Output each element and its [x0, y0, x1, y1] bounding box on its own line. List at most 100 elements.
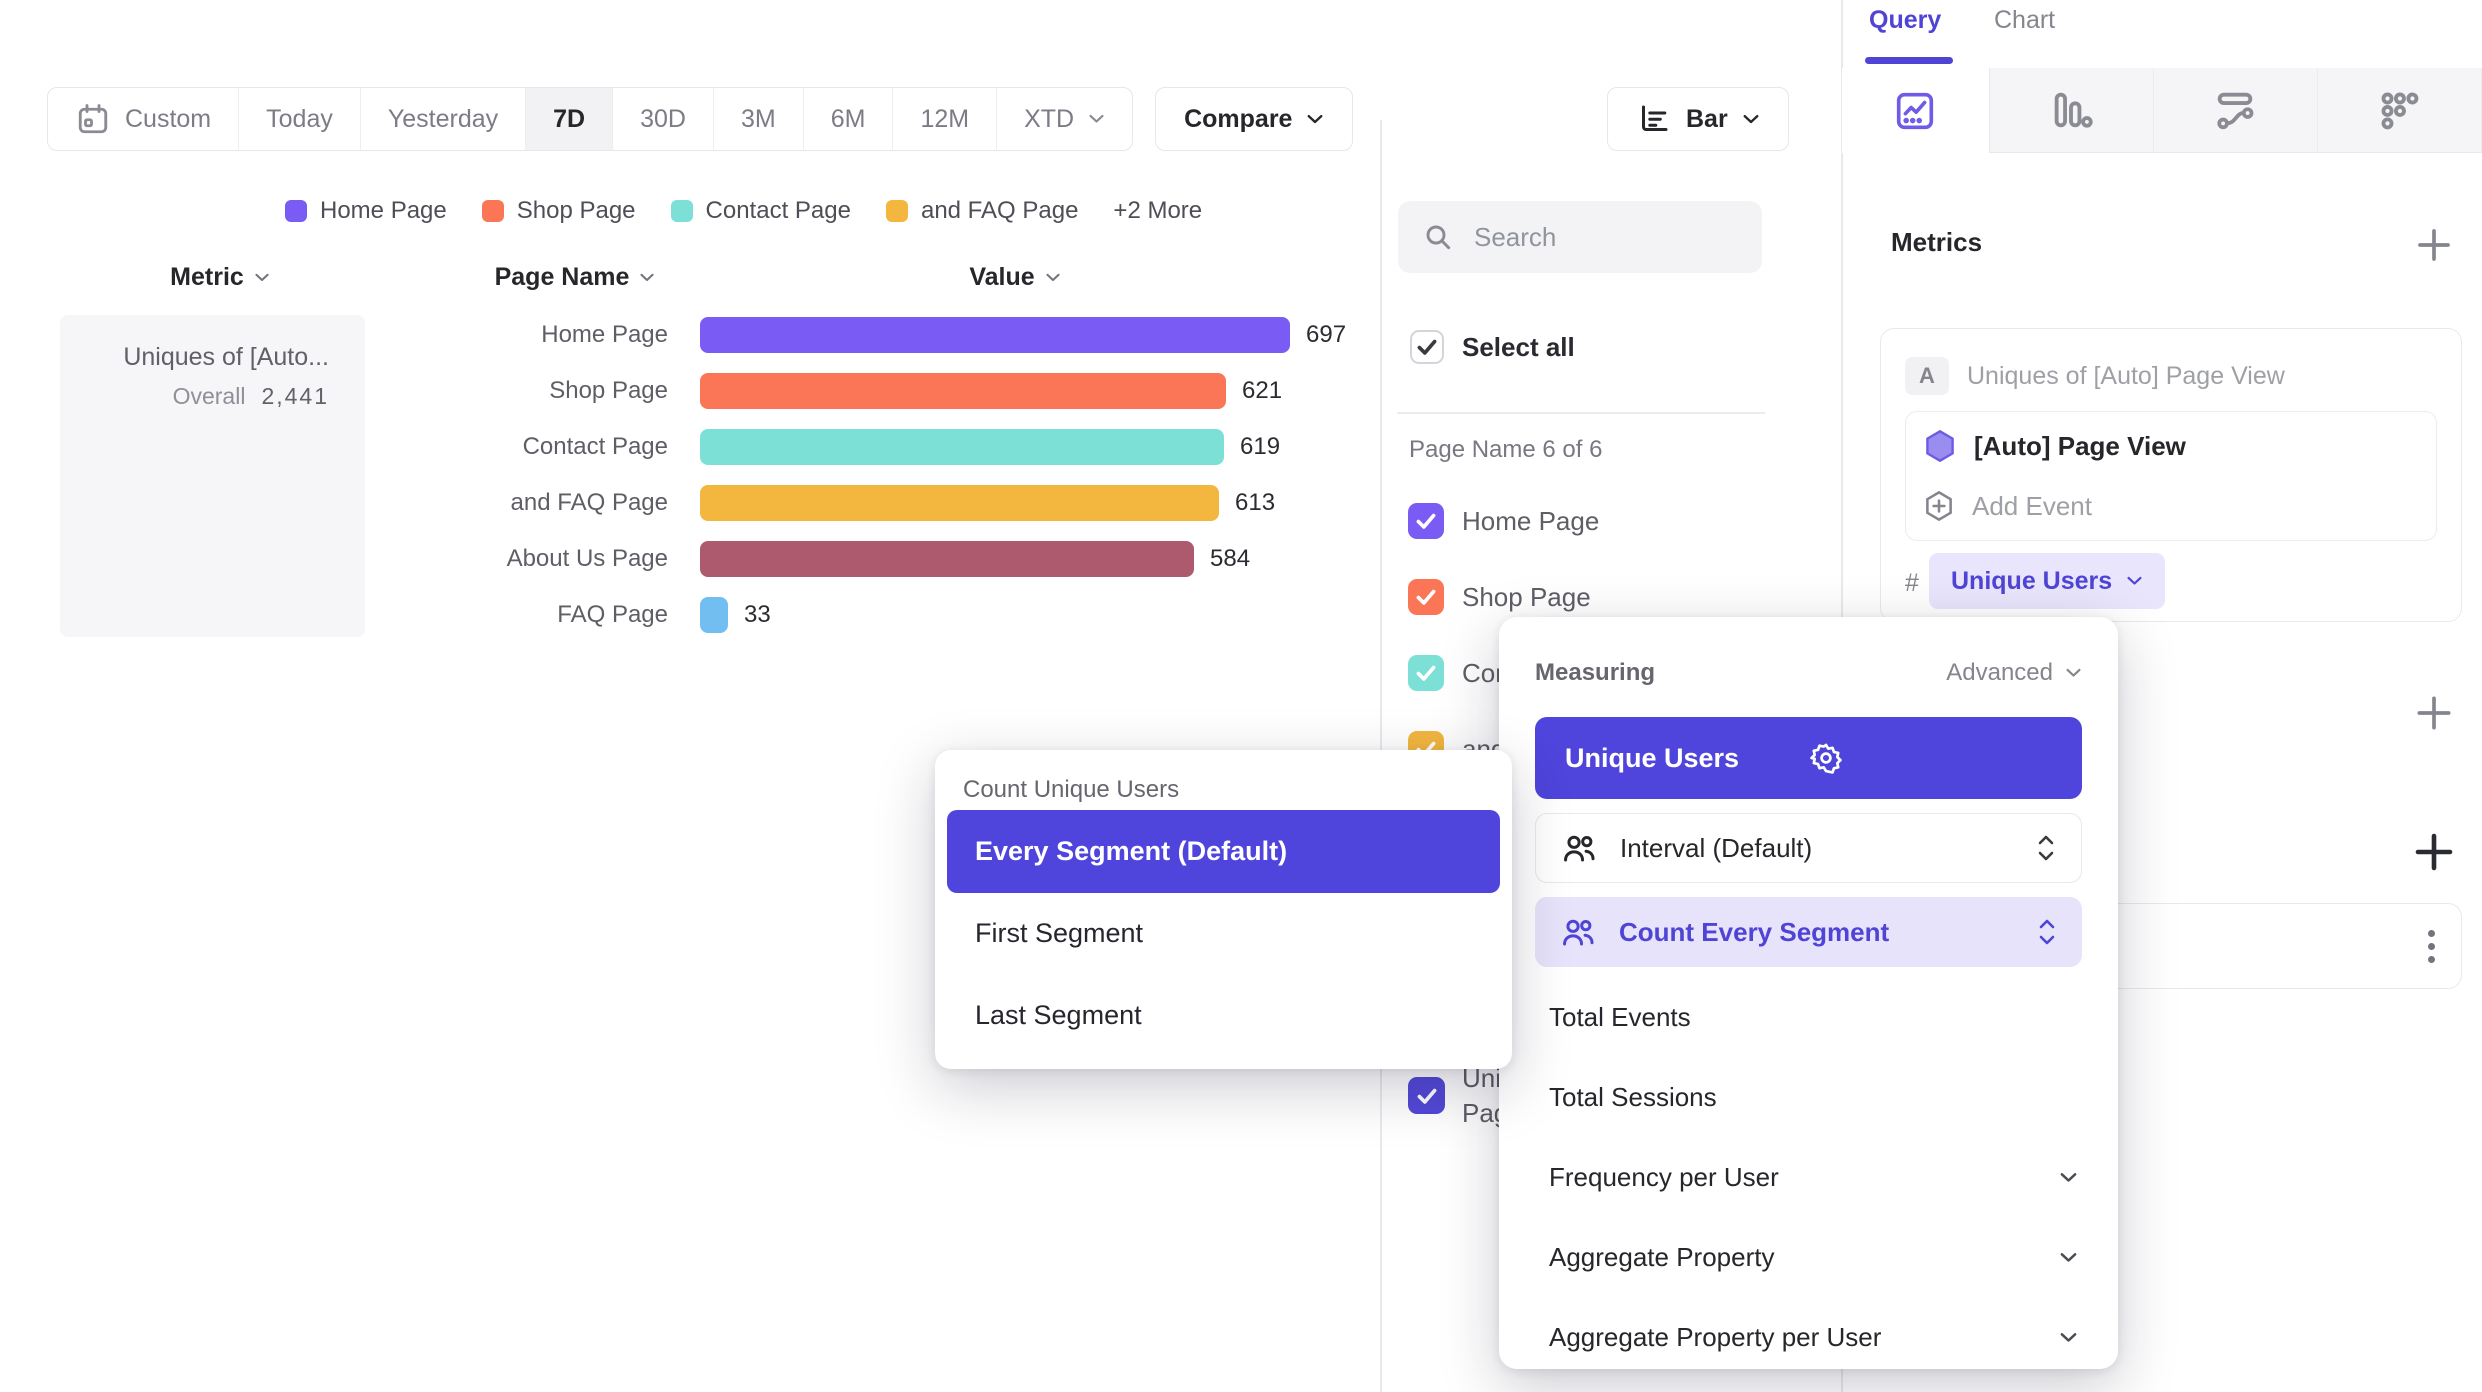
chart-type-tab-flow-chart[interactable]	[2153, 68, 2316, 153]
gear-icon[interactable]	[1809, 741, 2053, 775]
bar-category-label: FAQ Page	[0, 587, 668, 643]
bar-category-label: Home Page	[0, 307, 668, 363]
calendar-icon	[75, 101, 111, 137]
column-header-value[interactable]: Value	[945, 261, 1085, 293]
measuring-expandable-label: Aggregate Property per User	[1549, 1322, 2059, 1353]
filter-item-label[interactable]: Home Page	[1462, 503, 1599, 539]
add-breakdown-button[interactable]	[2410, 828, 2458, 876]
segment-option-every-segment[interactable]: Every Segment (Default)	[947, 810, 1500, 893]
legend-swatch-icon	[285, 200, 307, 222]
add-event-button[interactable]: Add Event	[1922, 476, 2424, 536]
date-range-30d[interactable]: 30D	[612, 88, 713, 150]
chart-type-tab-column-chart[interactable]	[1990, 68, 2153, 153]
select-all-checkbox[interactable]	[1410, 330, 1444, 364]
column-header-page-name[interactable]: Page Name	[470, 261, 680, 293]
legend-label: Home Page	[320, 197, 447, 225]
date-range-12m[interactable]: 12M	[892, 88, 996, 150]
measuring-option-total-events[interactable]: Total Events	[1549, 989, 2078, 1045]
chevron-down-icon	[2059, 1251, 2078, 1263]
segment-option-first-segment[interactable]: First Segment	[975, 905, 1143, 961]
measuring-option-unique-users[interactable]: Unique Users	[1535, 717, 2082, 799]
chevron-down-icon	[1045, 272, 1061, 282]
bar[interactable]	[700, 317, 1290, 353]
date-range-6m[interactable]: 6M	[803, 88, 893, 150]
date-range-label: 3M	[741, 105, 776, 134]
chart-type-dropdown[interactable]: Bar	[1607, 87, 1789, 151]
measuring-row-interval-default-[interactable]: Interval (Default)	[1535, 813, 2082, 883]
legend-label: Contact Page	[706, 197, 851, 225]
date-range-3m[interactable]: 3M	[713, 88, 803, 150]
legend-item[interactable]: Contact Page	[671, 197, 851, 225]
filter-checkbox[interactable]	[1408, 579, 1444, 615]
column-header-label: Value	[969, 263, 1034, 292]
chevron-down-icon	[2059, 1331, 2078, 1343]
measuring-expandable-aggregate-property[interactable]: Aggregate Property	[1549, 1229, 2078, 1285]
event-name: [Auto] Page View	[1974, 431, 2186, 462]
bar[interactable]	[700, 373, 1226, 409]
chart-type-tab-breakdown-dots[interactable]	[2317, 68, 2481, 153]
measuring-expandable-aggregate-property-per-user[interactable]: Aggregate Property per User	[1549, 1309, 2078, 1365]
bar[interactable]	[700, 597, 728, 633]
date-range-yesterday[interactable]: Yesterday	[360, 88, 525, 150]
bar-row: FAQ Page33	[0, 587, 1380, 643]
bar[interactable]	[700, 485, 1219, 521]
date-range-custom[interactable]: Custom	[48, 88, 238, 150]
filter-checkbox[interactable]	[1408, 655, 1444, 691]
measuring-popup: Measuring Advanced Unique Users Interval…	[1499, 617, 2118, 1369]
legend-item[interactable]: and FAQ Page	[886, 197, 1078, 225]
legend-item[interactable]: Shop Page	[482, 197, 636, 225]
date-range-7d[interactable]: 7D	[525, 88, 612, 150]
compare-label: Compare	[1184, 105, 1292, 134]
advanced-label: Advanced	[1946, 659, 2053, 687]
column-header-metric[interactable]: Metric	[140, 261, 300, 293]
segment-option-last-segment[interactable]: Last Segment	[975, 987, 1142, 1043]
tab-query[interactable]: Query	[1869, 6, 1941, 35]
event-row[interactable]: [Auto] Page View	[1922, 416, 2424, 476]
chart-type-tab-line-chart[interactable]	[1842, 68, 1990, 153]
date-range-label: Today	[266, 105, 333, 134]
advanced-dropdown[interactable]: Advanced	[1946, 659, 2082, 687]
chevron-down-icon	[639, 272, 655, 282]
measuring-expandable-label: Aggregate Property	[1549, 1242, 2059, 1273]
measuring-row-label: Count Every Segment	[1619, 917, 2014, 948]
search-icon	[1422, 221, 1454, 253]
measuring-row-count-every-segment[interactable]: Count Every Segment	[1535, 897, 2082, 967]
filter-item-label[interactable]: Shop Page	[1462, 579, 1591, 615]
date-range-label: XTD	[1024, 105, 1074, 134]
compare-button[interactable]: Compare	[1155, 87, 1353, 151]
date-range-today[interactable]: Today	[238, 88, 360, 150]
select-all-label: Select all	[1462, 329, 1575, 365]
measuring-option-total-sessions[interactable]: Total Sessions	[1549, 1069, 2078, 1125]
add-metric-button[interactable]	[2413, 224, 2455, 266]
measuring-expandable-label: Frequency per User	[1549, 1162, 2059, 1193]
metric-card[interactable]: A Uniques of [Auto] Page View [Auto] Pag…	[1880, 328, 2462, 622]
metric-card-name: Uniques of [Auto] Page View	[1967, 362, 2285, 391]
bar-row: Shop Page621	[0, 363, 1380, 419]
search-input[interactable]: Search	[1398, 201, 1762, 273]
bar[interactable]	[700, 541, 1194, 577]
bar-value-label: 619	[1240, 419, 1280, 475]
bar-category-label: Contact Page	[0, 419, 668, 475]
stepper-icon	[2036, 917, 2058, 947]
kebab-menu-icon[interactable]	[2424, 926, 2439, 967]
chevron-down-icon	[254, 272, 270, 282]
metrics-heading: Metrics	[1891, 227, 1982, 258]
counting-method-dropdown[interactable]: Unique Users	[1929, 553, 2165, 609]
add-filter-button[interactable]	[2412, 691, 2456, 735]
divider-horizontal	[1397, 412, 1765, 414]
legend-item[interactable]: Home Page	[285, 197, 447, 225]
bar[interactable]	[700, 429, 1224, 465]
measuring-expandable-frequency-per-user[interactable]: Frequency per User	[1549, 1149, 2078, 1205]
date-range-xtd[interactable]: XTD	[996, 88, 1132, 150]
filter-checkbox[interactable]	[1408, 503, 1444, 539]
legend-swatch-icon	[671, 200, 693, 222]
chevron-down-icon	[1088, 113, 1105, 124]
chart-legend: Home Page Shop Page Contact Page and FAQ Pa…	[285, 197, 1202, 225]
count-unique-users-popup: Count Unique Users Every Segment (Defaul…	[935, 750, 1512, 1069]
measuring-option-label: Total Sessions	[1549, 1082, 2078, 1113]
date-range-label: 30D	[640, 105, 686, 134]
tab-chart[interactable]: Chart	[1994, 6, 2055, 35]
series-checkbox[interactable]	[1408, 1077, 1445, 1114]
legend-more-button[interactable]: +2 More	[1113, 197, 1202, 225]
people-icon	[1559, 915, 1597, 949]
